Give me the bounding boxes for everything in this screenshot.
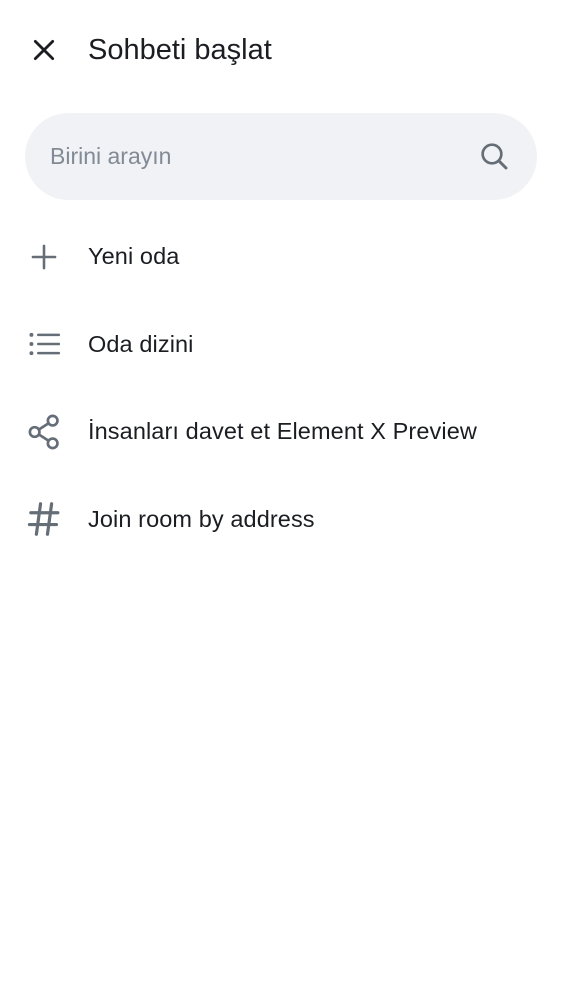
search-input[interactable] xyxy=(50,113,470,200)
list-icon xyxy=(24,324,64,364)
invite-people-item[interactable]: İnsanları davet et Element X Preview xyxy=(0,388,562,476)
top-app-bar: Sohbeti başlat xyxy=(0,0,562,100)
start-chat-screen: Sohbeti başlat Yeni oda xyxy=(0,0,562,1000)
search-icon[interactable] xyxy=(476,138,512,174)
page-title: Sohbeti başlat xyxy=(88,34,272,66)
room-directory-label: Oda dizini xyxy=(88,330,194,357)
join-by-address-item[interactable]: Join room by address xyxy=(0,476,562,564)
plus-icon xyxy=(24,237,64,277)
new-room-item[interactable]: Yeni oda xyxy=(0,213,562,301)
hash-icon xyxy=(24,499,64,539)
action-list: Yeni oda Oda dizini İnsanları davet et E… xyxy=(0,213,562,563)
share-icon xyxy=(24,412,64,452)
join-by-address-label: Join room by address xyxy=(88,505,315,532)
search-bar[interactable] xyxy=(25,113,537,200)
close-button[interactable] xyxy=(22,28,66,72)
new-room-label: Yeni oda xyxy=(88,243,180,270)
room-directory-item[interactable]: Oda dizini xyxy=(0,301,562,389)
invite-people-label: İnsanları davet et Element X Preview xyxy=(88,418,477,445)
close-icon xyxy=(33,39,55,61)
